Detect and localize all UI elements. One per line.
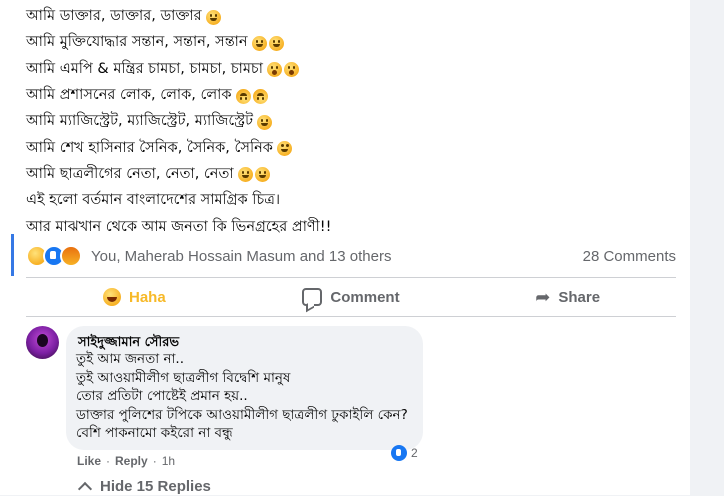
like-link[interactable]: Like: [77, 454, 101, 468]
post-line-text: আর মাঝখান থেকে আম জনতা কি ভিনগ্রহের প্রা…: [26, 218, 332, 235]
comment-button[interactable]: Comment: [243, 278, 460, 316]
post-line: আমি শেখ হাসিনার সৈনিক, সৈনিক, সৈনিক: [26, 135, 666, 161]
reaction-summary: You, Maherab Hossain Masum and 13 others…: [26, 243, 676, 269]
chevron-up-icon: [77, 481, 93, 496]
post-line-text: আমি ম্যাজিস্ট্রেট, ম্যাজিস্ট্রেট, ম্যাজি…: [26, 113, 254, 130]
eye-roll-emoji-icon: [276, 141, 292, 157]
grinning-emoji-icon: [205, 9, 221, 25]
focus-accent-bar: [11, 234, 14, 276]
grinning-emoji-icon: [237, 167, 253, 183]
upside-down-emoji-icon: [235, 88, 251, 104]
meta-separator: ·: [152, 454, 157, 468]
comment-line: তুই আম জনতা না..: [76, 351, 185, 367]
reply-link[interactable]: Reply: [115, 454, 148, 468]
meta-separator: ·: [106, 454, 111, 468]
comment-reaction-count: 2: [411, 446, 418, 460]
post-line: আমি মুক্তিযোদ্ধার সন্তান, সন্তান, সন্তান: [26, 30, 666, 56]
post-line-text: আমি এমপি & মন্ত্রির চামচা, চামচা, চামচা: [26, 60, 263, 77]
comment-reaction-badge[interactable]: 2: [387, 444, 418, 462]
comments-count-link[interactable]: 28 Comments: [583, 248, 676, 265]
post-line-text: আমি ডাক্তার, ডাক্তার, ডাক্তার: [26, 8, 202, 25]
haha-reaction-icon: [102, 288, 121, 306]
upside-down-emoji-icon: [252, 88, 268, 104]
post-line: আমি ছাত্রলীগের নেতা, নেতা, নেতা: [26, 162, 666, 188]
reaction-icons[interactable]: [26, 245, 82, 267]
post-card: আমি ডাক্তার, ডাক্তার, ডাক্তার আমি মুক্তি…: [0, 0, 690, 496]
hide-replies-label: Hide 15 Replies: [100, 478, 211, 495]
post-line: আমি ডাক্তার, ডাক্তার, ডাক্তার: [26, 4, 666, 30]
post-line: এই হলো বর্তমান বাংলাদেশের সামগ্রিক চিত্র…: [26, 188, 666, 214]
shocked-emoji-icon: [266, 62, 282, 78]
post-line-text: আমি প্রশাসনের লোক, লোক, লোক: [26, 87, 232, 104]
post-line: আর মাঝখান থেকে আম জনতা কি ভিনগ্রহের প্রা…: [26, 214, 666, 240]
comment-meta: Like · Reply · 1h: [77, 454, 175, 468]
reaction-names-link[interactable]: You, Maherab Hossain Masum and 13 others: [91, 248, 391, 265]
like-icon: [391, 445, 407, 461]
grinning-emoji-icon: [251, 35, 267, 51]
angry-icon: [60, 245, 82, 267]
grinning-emoji-icon: [257, 114, 273, 130]
comment-label: Comment: [330, 288, 400, 306]
comment-bubble-icon: [302, 288, 323, 306]
haha-label: Haha: [128, 288, 166, 306]
post-line-text: এই হলো বর্তমান বাংলাদেশের সামগ্রিক চিত্র…: [26, 192, 281, 209]
grinning-emoji-icon: [254, 167, 270, 183]
comment-line: বেশি পাকনামো কইরো না বন্ধু: [76, 425, 233, 441]
action-bar: Haha Comment ➦ Share: [26, 278, 676, 316]
post-line-text: আমি ছাত্রলীগের নেতা, নেতা, নেতা: [26, 165, 234, 182]
haha-button[interactable]: Haha: [26, 278, 243, 316]
comment-body: তুই আম জনতা না.. তুই আওয়ামীলীগ ছাত্রলীগ…: [76, 350, 408, 443]
post-line-text: আমি মুক্তিযোদ্ধার সন্তান, সন্তান, সন্তান: [26, 34, 248, 51]
share-button[interactable]: ➦ Share: [459, 278, 676, 316]
comment-line: তোর প্রতিটা পোষ্টেই প্রমান হয়..: [76, 388, 248, 404]
share-label: Share: [558, 288, 601, 306]
comment-timestamp[interactable]: 1h: [162, 454, 175, 468]
comment-line: ডাক্তার পুলিশের টপিকে আওয়ামীলীগ ছাত্রলী…: [76, 406, 408, 423]
divider: [26, 316, 676, 317]
post-text: আমি ডাক্তার, ডাক্তার, ডাক্তার আমি মুক্তি…: [26, 4, 666, 241]
shocked-emoji-icon: [283, 62, 299, 78]
hide-replies-button[interactable]: Hide 15 Replies: [77, 478, 211, 496]
post-line-text: আমি শেখ হাসিনার সৈনিক, সৈনিক, সৈনিক: [26, 139, 273, 156]
grinning-emoji-icon: [268, 35, 284, 51]
avatar[interactable]: [26, 326, 59, 359]
post-line: আমি এমপি & মন্ত্রির চামচা, চামচা, চামচা: [26, 57, 666, 83]
post-line: আমি ম্যাজিস্ট্রেট, ম্যাজিস্ট্রেট, ম্যাজি…: [26, 109, 666, 135]
share-arrow-icon: ➦: [535, 287, 551, 307]
post-line: আমি প্রশাসনের লোক, লোক, লোক: [26, 83, 666, 109]
comment-line: তুই আওয়ামীলীগ ছাত্রলীগ বিদ্বেশি মানুষ: [76, 369, 291, 386]
comment-bubble: সাইদুজ্জামান সৌরভ তুই আম জনতা না.. তুই আ…: [66, 326, 423, 450]
